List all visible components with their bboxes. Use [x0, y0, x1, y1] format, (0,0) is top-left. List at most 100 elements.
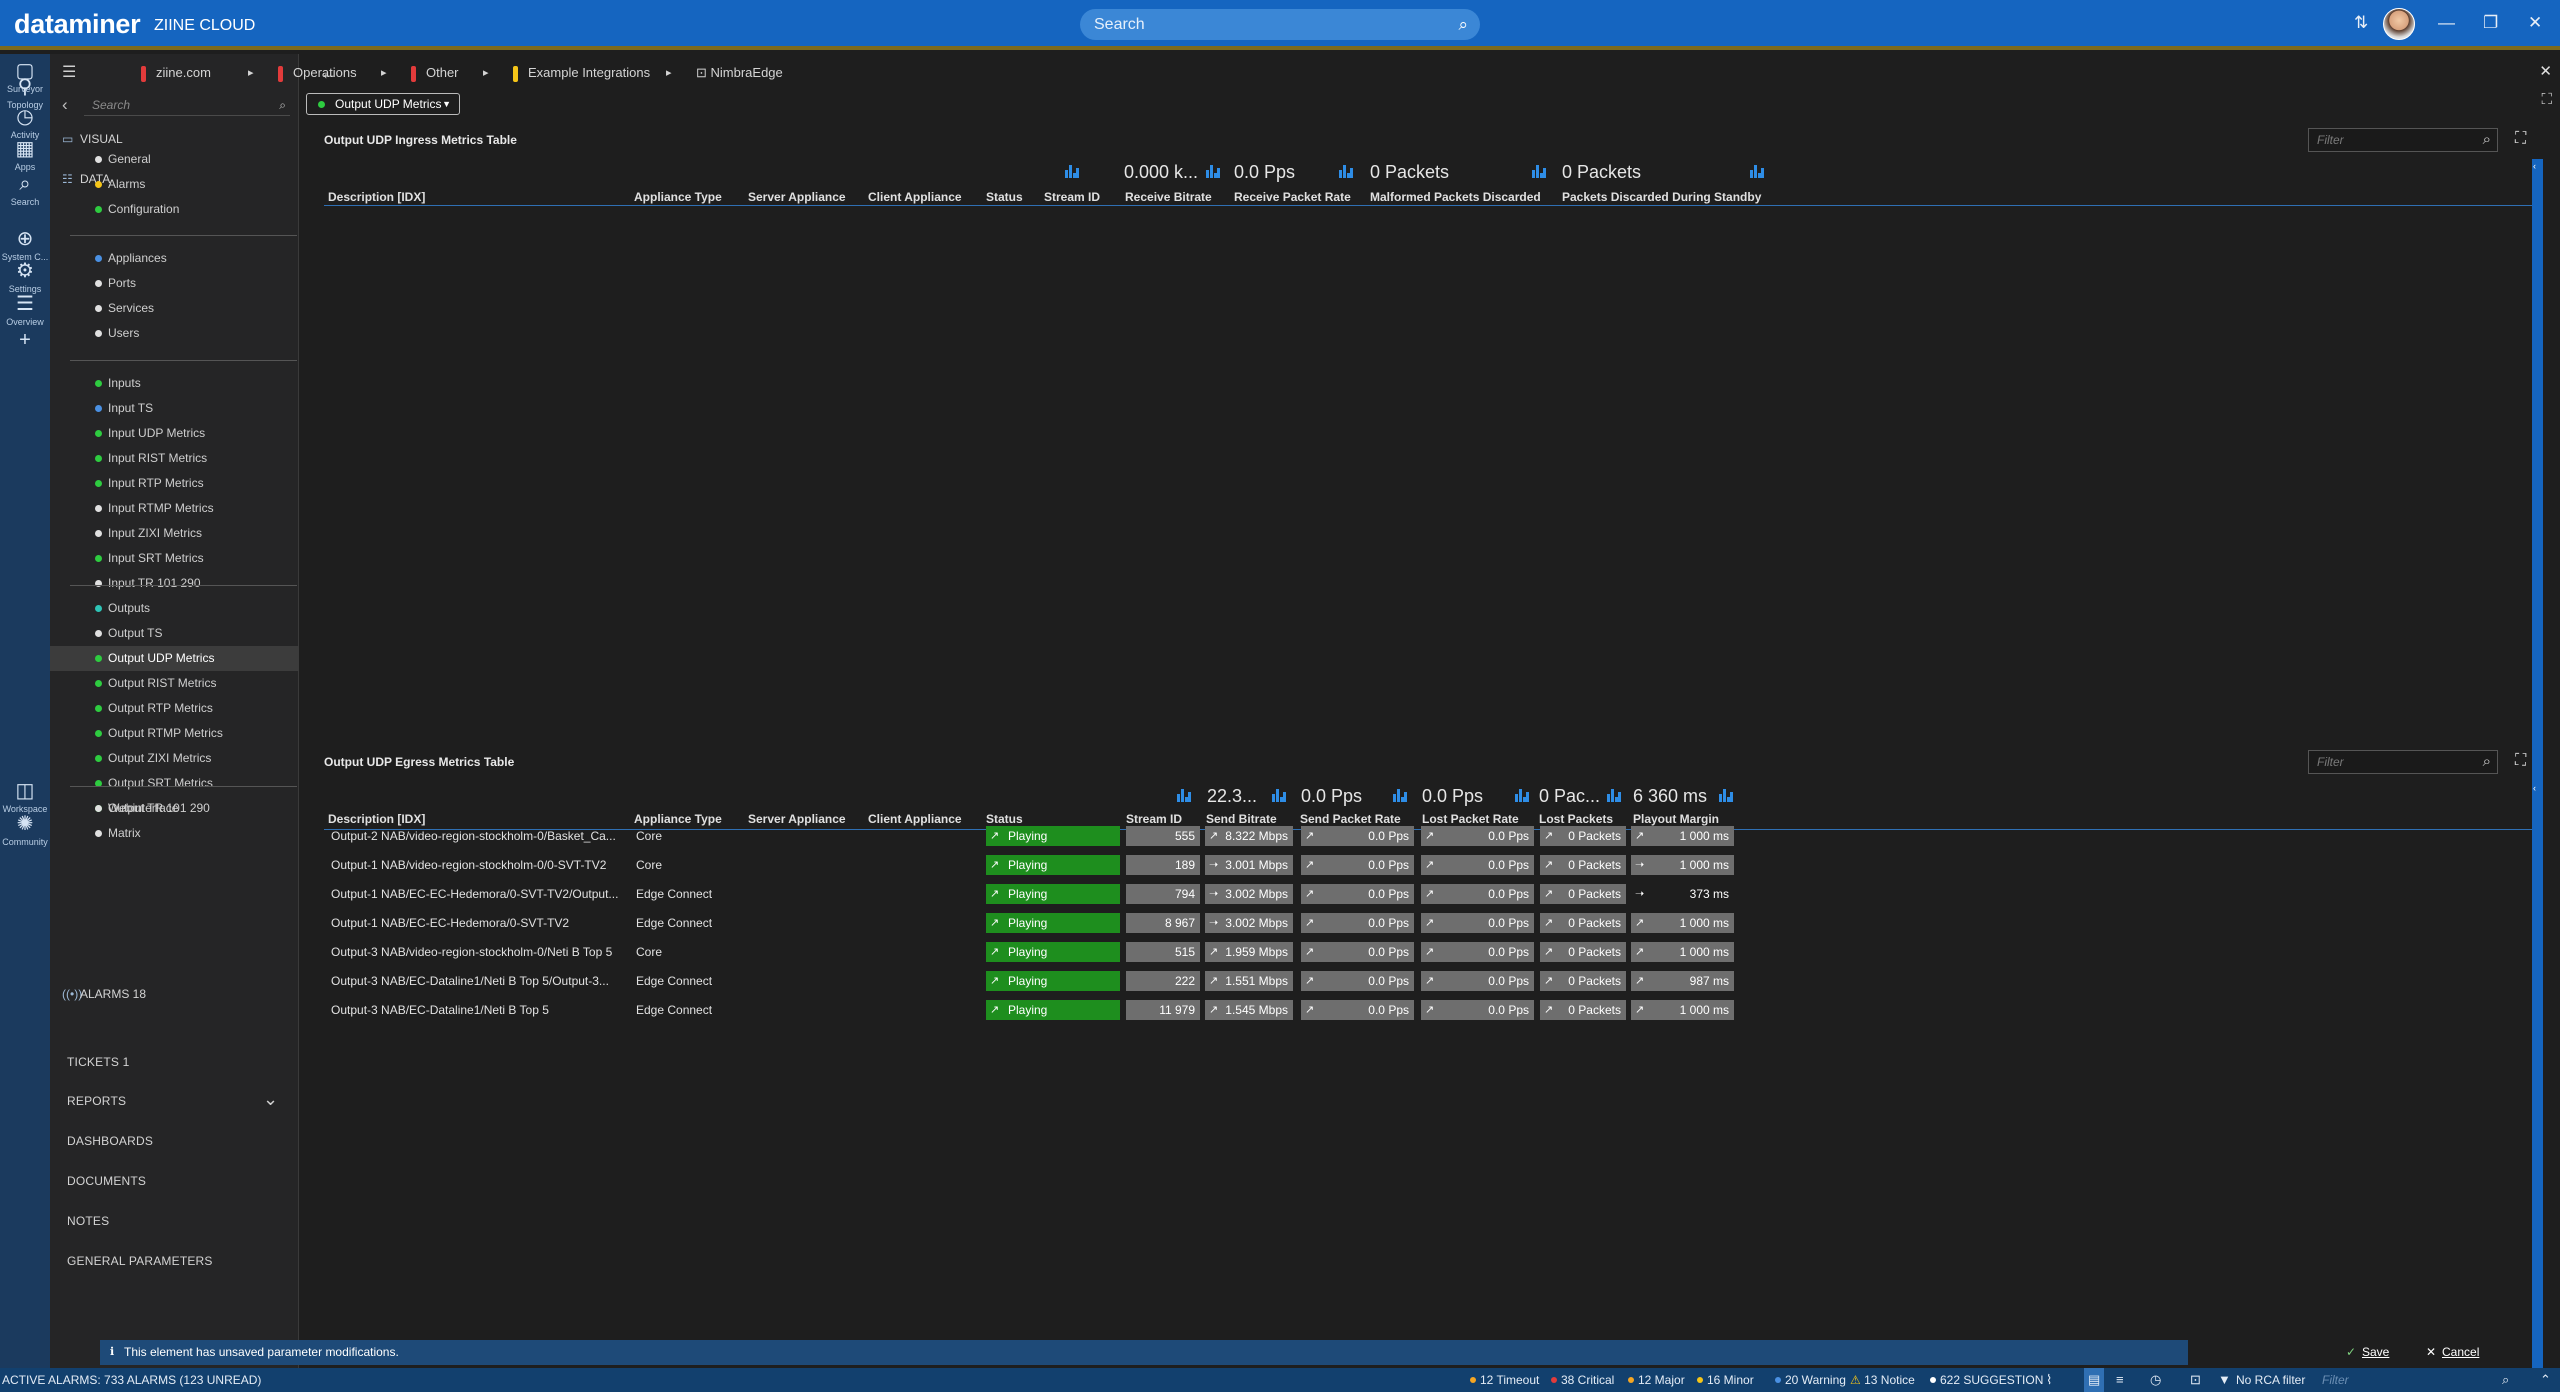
column-stats-icon[interactable] [1750, 165, 1764, 178]
column-stats-icon[interactable] [1272, 789, 1286, 802]
nav-item-matrix[interactable]: Matrix [50, 821, 299, 846]
page-selector-dropdown[interactable]: Output UDP Metrics ▼ [306, 93, 460, 115]
rail-apps[interactable]: ▦ Apps [0, 138, 50, 172]
rail-activity[interactable]: ◷ Activity [0, 106, 50, 140]
status-badge[interactable]: ↗ Playing [986, 855, 1120, 875]
hamburger-menu-icon[interactable]: ☰ [62, 62, 76, 82]
search-icon[interactable]: ⌕ [279, 94, 286, 116]
ingress-scrollbar[interactable]: ‹ [2532, 159, 2543, 791]
minimize-icon[interactable]: — [2438, 13, 2455, 33]
nav-link-notes[interactable]: NOTES [67, 1214, 109, 1228]
rail-community[interactable]: ✺ Community [0, 813, 50, 847]
nav-item-input-rist-metrics[interactable]: Input RIST Metrics [50, 446, 299, 471]
nav-item-input-rtmp-metrics[interactable]: Input RTMP Metrics [50, 496, 299, 521]
column-stats-icon[interactable] [1532, 165, 1546, 178]
collapse-back-icon[interactable]: ‹ [62, 95, 68, 115]
column-stats-icon[interactable] [1339, 165, 1353, 178]
cell-playout-margin[interactable]: ➝ 373 ms [1631, 884, 1734, 904]
egress-col-header[interactable]: Playout Margin [1633, 812, 1719, 826]
ingress-col-header[interactable]: Status [986, 190, 1023, 204]
egress-col-header[interactable]: Description [IDX] [328, 812, 425, 826]
search-icon[interactable]: ⌕ [2502, 1368, 2509, 1392]
column-stats-icon[interactable] [1065, 165, 1079, 178]
rail-settings[interactable]: ⚙ Settings [0, 260, 50, 294]
cell-lost-packets[interactable]: ↗ 0 Packets [1540, 971, 1626, 991]
cell-stream-id[interactable]: 8 967 [1126, 913, 1200, 933]
cell-lost-packets[interactable]: ↗ 0 Packets [1540, 884, 1626, 904]
chevron-down-icon[interactable]: ⌄ [263, 1089, 278, 1110]
cell-playout-margin[interactable]: ↗ 1 000 ms [1631, 826, 1734, 846]
cell-lost-packets[interactable]: ↗ 0 Packets [1540, 1000, 1626, 1020]
breadcrumb-item-0[interactable]: ziine.com [141, 65, 211, 82]
status-badge[interactable]: ↗ Playing [986, 913, 1120, 933]
cell-lost-packets[interactable]: ↗ 0 Packets [1540, 826, 1626, 846]
cell-stream-id[interactable]: 189 [1126, 855, 1200, 875]
nav-item-input-udp-metrics[interactable]: Input UDP Metrics [50, 421, 299, 446]
cell-send-packet-rate[interactable]: ↗ 0.0 Pps [1301, 971, 1414, 991]
ingress-filter-input[interactable]: Filter ⌕ [2308, 128, 2498, 152]
cell-stream-id[interactable]: 555 [1126, 826, 1200, 846]
cell-playout-margin[interactable]: ↗ 1 000 ms [1631, 1000, 1734, 1020]
cell-send-bitrate[interactable]: ➝ 3.002 Mbps [1205, 913, 1293, 933]
cell-send-packet-rate[interactable]: ↗ 0.0 Pps [1301, 884, 1414, 904]
cell-send-bitrate[interactable]: ↗ 1.551 Mbps [1205, 971, 1293, 991]
egress-col-header[interactable]: Appliance Type [634, 812, 722, 826]
nav-item-inputs[interactable]: Inputs [50, 371, 299, 396]
alarm-filter-placeholder[interactable]: Filter [2322, 1368, 2349, 1392]
column-stats-icon[interactable] [1393, 789, 1407, 802]
egress-col-header[interactable]: Server Appliance [748, 812, 846, 826]
column-stats-icon[interactable] [1177, 789, 1191, 802]
cell-stream-id[interactable]: 11 979 [1126, 1000, 1200, 1020]
search-icon[interactable]: ⌕ [1458, 9, 1468, 40]
ingress-col-header[interactable]: Client Appliance [868, 190, 962, 204]
ingress-col-header[interactable]: Server Appliance [748, 190, 846, 204]
cell-lost-packet-rate[interactable]: ↗ 0.0 Pps [1421, 884, 1534, 904]
user-avatar[interactable] [2383, 8, 2415, 40]
nav-item-outputs[interactable]: Outputs [50, 596, 299, 621]
nav-item-webinterface[interactable]: Webinterface [50, 796, 299, 821]
nav-item-input-zixi-metrics[interactable]: Input ZIXI Metrics [50, 521, 299, 546]
cell-stream-id[interactable]: 794 [1126, 884, 1200, 904]
cell-send-bitrate[interactable]: ↗ 8.322 Mbps [1205, 826, 1293, 846]
egress-col-header[interactable]: Client Appliance [868, 812, 962, 826]
cell-lost-packet-rate[interactable]: ↗ 0.0 Pps [1421, 1000, 1534, 1020]
cell-lost-packet-rate[interactable]: ↗ 0.0 Pps [1421, 942, 1534, 962]
global-search-input[interactable]: Search ⌕ [1080, 9, 1480, 40]
cell-playout-margin[interactable]: ↗ 987 ms [1631, 971, 1734, 991]
cell-playout-margin[interactable]: ↗ 1 000 ms [1631, 913, 1734, 933]
cell-send-packet-rate[interactable]: ↗ 0.0 Pps [1301, 826, 1414, 846]
restore-icon[interactable]: ❐ [2483, 13, 2498, 33]
egress-col-header[interactable]: Lost Packet Rate [1422, 812, 1519, 826]
ingress-col-header[interactable]: Receive Bitrate [1125, 190, 1212, 204]
cell-lost-packet-rate[interactable]: ↗ 0.0 Pps [1421, 826, 1534, 846]
cell-playout-margin[interactable]: ➝ 1 000 ms [1631, 855, 1734, 875]
cell-lost-packets[interactable]: ↗ 0 Packets [1540, 913, 1626, 933]
nav-item-alarms[interactable]: Alarms [50, 172, 299, 197]
cell-lost-packet-rate[interactable]: ↗ 0.0 Pps [1421, 855, 1534, 875]
list-view-icon[interactable]: ▤ [2084, 1368, 2105, 1392]
cell-send-packet-rate[interactable]: ↗ 0.0 Pps [1301, 942, 1414, 962]
ingress-col-header[interactable]: Malformed Packets Discarded [1370, 190, 1541, 204]
nav-item-output-rtp-metrics[interactable]: Output RTP Metrics [50, 696, 299, 721]
nav-item-input-ts[interactable]: Input TS [50, 396, 299, 421]
egress-col-header[interactable]: Lost Packets [1539, 812, 1613, 826]
nav-item-users[interactable]: Users [50, 321, 299, 346]
nav-link-tickets-1[interactable]: TICKETS 1 [67, 1055, 129, 1069]
column-stats-icon[interactable] [1719, 789, 1733, 802]
nav-item-output-ts[interactable]: Output TS [50, 621, 299, 646]
fullscreen-icon[interactable]: ⛶ [2541, 91, 2552, 108]
egress-scrollbar[interactable]: ‹ [2532, 781, 2543, 1390]
rail-search[interactable]: ⌕ Search [0, 173, 50, 207]
active-alarms-summary[interactable]: ACTIVE ALARMS: 733 ALARMS (123 UNREAD) [2, 1368, 261, 1392]
nav-link-dashboards[interactable]: DASHBOARDS [67, 1134, 153, 1148]
nav-link-reports[interactable]: REPORTS [67, 1094, 126, 1108]
cell-lost-packets[interactable]: ↗ 0 Packets [1540, 855, 1626, 875]
nav-visual[interactable]: ▭ VISUAL [62, 132, 123, 146]
alarm-count-notice[interactable]: ⚠ 13 Notice [1850, 1368, 1915, 1392]
egress-col-header[interactable]: Status [986, 812, 1023, 826]
alarm-count-warning[interactable]: 20 Warning [1775, 1368, 1846, 1392]
cell-playout-margin[interactable]: ↗ 1 000 ms [1631, 942, 1734, 962]
status-badge[interactable]: ↗ Playing [986, 971, 1120, 991]
cell-send-bitrate[interactable]: ↗ 1.545 Mbps [1205, 1000, 1293, 1020]
sort-icon[interactable]: ≡ [2116, 1368, 2124, 1392]
